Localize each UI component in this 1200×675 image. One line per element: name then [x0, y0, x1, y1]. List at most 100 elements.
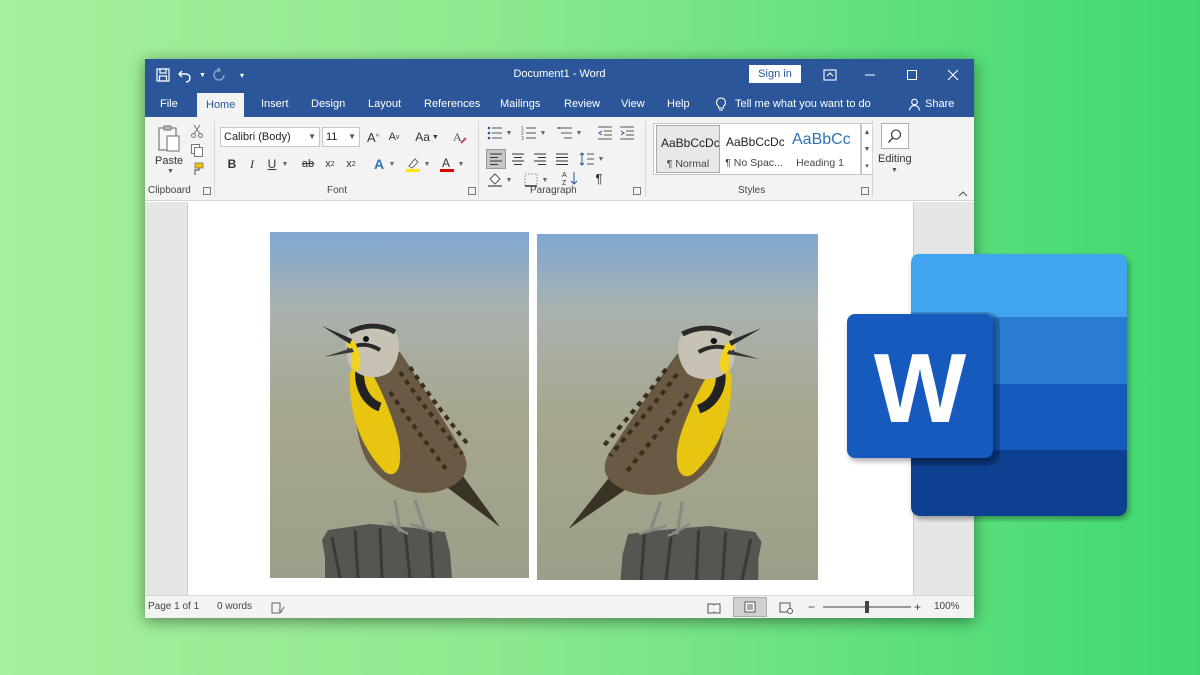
- numbering-icon[interactable]: 123: [520, 125, 538, 141]
- tab-file[interactable]: File: [160, 91, 178, 117]
- paste-label[interactable]: Paste: [155, 155, 183, 167]
- zoom-slider[interactable]: [823, 601, 911, 613]
- read-mode-icon[interactable]: [707, 601, 721, 614]
- highlight-icon[interactable]: [405, 155, 421, 173]
- font-color-icon[interactable]: A: [439, 155, 455, 173]
- text-effects-icon[interactable]: A: [371, 155, 387, 173]
- paste-button[interactable]: [155, 123, 183, 155]
- font-name-box[interactable]: Calibri (Body) ▼: [220, 127, 320, 147]
- editing-button[interactable]: [881, 123, 909, 149]
- bullets-icon[interactable]: [486, 125, 504, 141]
- scroll-up-icon[interactable]: ▲: [862, 124, 872, 141]
- save-icon[interactable]: [155, 67, 171, 83]
- align-left-icon[interactable]: [486, 149, 506, 169]
- photo-bird-left[interactable]: [270, 232, 529, 578]
- undo-dropdown-icon[interactable]: ▼: [199, 72, 206, 79]
- tab-review[interactable]: Review: [564, 91, 600, 117]
- style-no-spacing[interactable]: AaBbCcDc ¶ No Spac...: [722, 125, 786, 173]
- share-button[interactable]: Share: [908, 91, 954, 117]
- subscript-icon[interactable]: x2: [323, 155, 337, 173]
- tab-references[interactable]: References: [424, 91, 480, 117]
- increase-indent-icon[interactable]: [618, 125, 636, 141]
- justify-icon[interactable]: [552, 149, 572, 169]
- clear-formatting-icon[interactable]: A: [451, 127, 469, 147]
- grow-font-icon[interactable]: A ^: [365, 127, 381, 147]
- tab-mailings[interactable]: Mailings: [500, 91, 540, 117]
- copy-icon[interactable]: [189, 142, 205, 158]
- shading-icon[interactable]: [486, 173, 504, 187]
- superscript-icon[interactable]: x2: [344, 155, 358, 173]
- zoom-level[interactable]: 100%: [934, 596, 960, 618]
- clipboard-launcher-icon[interactable]: [203, 187, 211, 195]
- tell-me-box[interactable]: Tell me what you want to do: [715, 91, 871, 117]
- line-spacing-icon[interactable]: [577, 149, 597, 169]
- decrease-indent-icon[interactable]: [596, 125, 614, 141]
- tab-insert[interactable]: Insert: [261, 91, 289, 117]
- styles-launcher-icon[interactable]: [861, 187, 869, 195]
- more-styles-icon[interactable]: ▾: [862, 158, 872, 175]
- tab-help[interactable]: Help: [667, 91, 690, 117]
- svg-text:A: A: [453, 130, 462, 144]
- zoom-slider-thumb[interactable]: [865, 601, 869, 613]
- chevron-down-icon[interactable]: ▼: [423, 155, 431, 173]
- chevron-down-icon[interactable]: ▼: [597, 149, 605, 169]
- page-count[interactable]: Page 1 of 1: [148, 596, 199, 618]
- ribbon-display-options-button[interactable]: [809, 59, 851, 91]
- undo-icon[interactable]: [177, 67, 193, 83]
- editing-label[interactable]: Editing: [878, 153, 912, 165]
- sign-in-button[interactable]: Sign in: [749, 65, 801, 83]
- photo-bird-right-mirrored[interactable]: [537, 234, 818, 580]
- show-formatting-icon[interactable]: ¶: [591, 169, 607, 187]
- zoom-in-button[interactable]: +: [914, 596, 921, 618]
- style-heading-1[interactable]: AaBbCc Heading 1: [788, 125, 852, 173]
- font-size-box[interactable]: 11 ▼: [322, 127, 360, 147]
- chevron-down-icon[interactable]: ▼: [539, 125, 547, 141]
- font-launcher-icon[interactable]: [468, 187, 476, 195]
- paragraph-launcher-icon[interactable]: [633, 187, 641, 195]
- strikethrough-icon[interactable]: ab: [299, 155, 317, 173]
- italic-icon[interactable]: I: [245, 155, 259, 173]
- tab-design[interactable]: Design: [311, 91, 345, 117]
- web-layout-icon[interactable]: [779, 601, 793, 614]
- scroll-down-icon[interactable]: ▼: [862, 141, 872, 158]
- collapse-ribbon-icon[interactable]: [957, 189, 969, 199]
- close-button[interactable]: [932, 59, 974, 91]
- bold-icon[interactable]: B: [225, 155, 239, 173]
- redo-icon[interactable]: [212, 67, 228, 83]
- style-preview: AaBbCcDc: [661, 136, 719, 150]
- paste-dropdown-icon[interactable]: ▼: [167, 168, 174, 175]
- ribbon-separator: [872, 121, 873, 197]
- chevron-down-icon[interactable]: ▼: [505, 173, 513, 187]
- chevron-down-icon[interactable]: ▼: [891, 167, 898, 174]
- shrink-font-icon[interactable]: Av: [386, 127, 402, 147]
- status-bar: Page 1 of 1 0 words − + 100%: [145, 595, 974, 618]
- styles-group-label: Styles: [738, 185, 766, 196]
- tab-home[interactable]: Home: [197, 93, 245, 117]
- chevron-down-icon[interactable]: ▼: [388, 155, 396, 173]
- print-layout-icon[interactable]: [733, 597, 767, 617]
- proofing-icon[interactable]: [271, 601, 285, 614]
- zoom-out-button[interactable]: −: [808, 596, 815, 618]
- cut-icon[interactable]: [189, 123, 205, 139]
- chevron-down-icon[interactable]: ▼: [575, 125, 583, 141]
- customize-qat-icon[interactable]: ▾: [240, 71, 244, 80]
- align-center-icon[interactable]: [508, 149, 528, 169]
- document-page[interactable]: [187, 202, 914, 595]
- tab-view[interactable]: View: [621, 91, 645, 117]
- maximize-button[interactable]: [891, 59, 933, 91]
- style-normal[interactable]: AaBbCcDc ¶ Normal: [656, 125, 720, 173]
- format-painter-icon[interactable]: [189, 161, 205, 177]
- word-count[interactable]: 0 words: [217, 596, 252, 618]
- chevron-down-icon[interactable]: ▼: [505, 125, 513, 141]
- tab-layout[interactable]: Layout: [368, 91, 401, 117]
- underline-icon[interactable]: U: [265, 155, 279, 173]
- minimize-button[interactable]: [849, 59, 891, 91]
- close-icon: [947, 69, 959, 81]
- word-logo-icon: W: [847, 254, 1127, 516]
- bird-photo-icon: [270, 232, 529, 578]
- align-right-icon[interactable]: [530, 149, 550, 169]
- multilevel-list-icon[interactable]: [556, 125, 574, 141]
- chevron-down-icon[interactable]: ▼: [457, 155, 465, 173]
- underline-dropdown-icon[interactable]: ▼: [281, 155, 289, 173]
- change-case-button[interactable]: Aa ▼: [413, 127, 441, 147]
